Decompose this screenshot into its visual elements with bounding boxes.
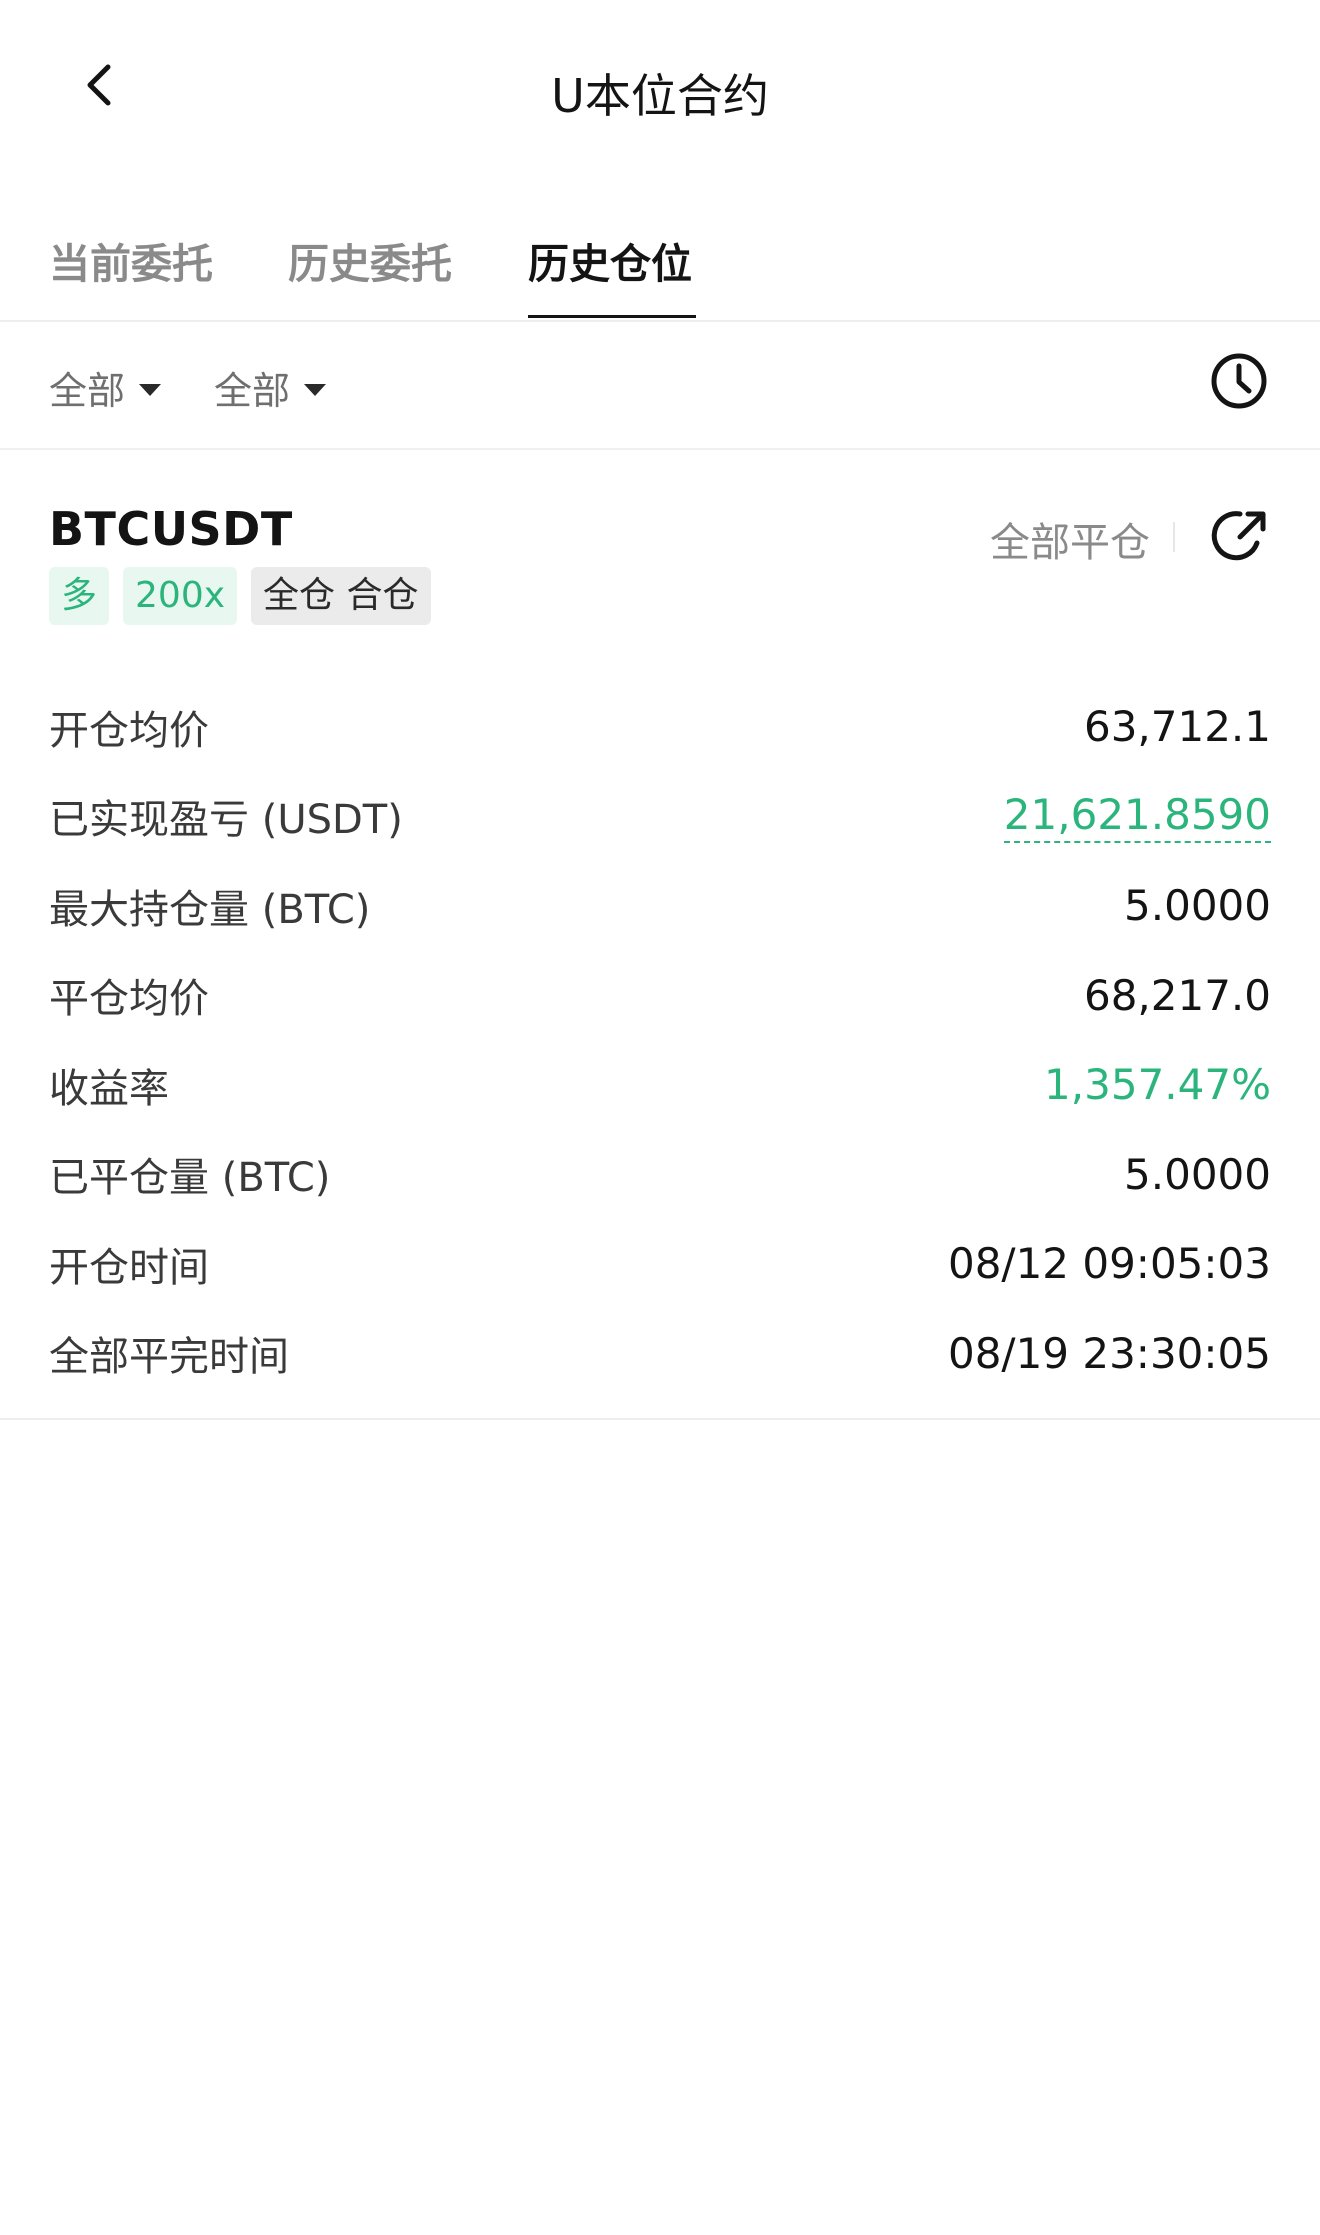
position-details: 开仓均价 63,712.1 已实现盈亏 (USDT) 21,621.8590 最… xyxy=(49,682,1271,1398)
detail-row-max-position: 最大持仓量 (BTC) 5.0000 xyxy=(49,861,1271,951)
row-label: 已平仓量 (BTC) xyxy=(49,1155,331,1202)
detail-row-closed-amount: 已平仓量 (BTC) 5.0000 xyxy=(49,1130,1271,1220)
filter-label: 全部 xyxy=(214,369,291,413)
row-value: 5.0000 xyxy=(1124,881,1271,931)
row-label: 已实现盈亏 (USDT) xyxy=(49,797,403,844)
row-value: 63,712.1 xyxy=(1083,702,1271,752)
row-value: 08/12 09:05:03 xyxy=(947,1239,1271,1289)
divider xyxy=(1173,522,1175,552)
row-label: 开仓均价 xyxy=(49,707,209,754)
row-value: 08/19 23:30:05 xyxy=(947,1328,1271,1378)
detail-row-open-time: 开仓时间 08/12 09:05:03 xyxy=(49,1219,1271,1309)
realized-pnl-value[interactable]: 21,621.8590 xyxy=(1003,790,1271,843)
page: U本位合约 当前委托 历史委托 历史仓位 全部 全部 BTCUSDT 全部平仓 xyxy=(0,0,1320,2235)
position-tags: 多 200x 全仓 合仓 xyxy=(49,567,431,625)
row-label: 全部平完时间 xyxy=(49,1334,289,1381)
leverage-badge: 200x xyxy=(123,567,238,625)
row-label: 平仓均价 xyxy=(49,976,209,1023)
detail-row-close-price: 平仓均价 68,217.0 xyxy=(49,951,1271,1041)
caret-down-icon xyxy=(304,383,327,396)
tab-position-history[interactable]: 历史仓位 xyxy=(528,230,692,290)
symbol-name: BTCUSDT xyxy=(49,502,293,556)
row-value: 68,217.0 xyxy=(1083,970,1271,1020)
close-all-button[interactable]: 全部平仓 xyxy=(990,510,1150,568)
row-value: 5.0000 xyxy=(1124,1149,1271,1199)
row-label: 收益率 xyxy=(49,1065,169,1112)
detail-row-roi: 收益率 1,357.47% xyxy=(49,1040,1271,1130)
margin-mode-badge: 全仓 合仓 xyxy=(251,567,431,625)
row-label: 开仓时间 xyxy=(49,1244,209,1291)
clock-icon[interactable] xyxy=(1208,350,1270,412)
detail-row-entry-price: 开仓均价 63,712.1 xyxy=(49,682,1271,772)
side-badge: 多 xyxy=(49,567,110,625)
detail-row-close-time: 全部平完时间 08/19 23:30:05 xyxy=(49,1309,1271,1399)
tab-bar: 当前委托 历史委托 历史仓位 xyxy=(0,220,1320,322)
filter-dropdown-1[interactable]: 全部 xyxy=(49,360,162,415)
tab-order-history[interactable]: 历史委托 xyxy=(288,230,452,290)
tab-current-orders[interactable]: 当前委托 xyxy=(49,230,213,290)
position-card: BTCUSDT 全部平仓 多 200x 全仓 合仓 开仓均价 63,712.1 … xyxy=(0,450,1320,1420)
filter-bar: 全部 全部 xyxy=(0,322,1320,450)
share-icon[interactable] xyxy=(1210,505,1272,567)
header: U本位合约 xyxy=(0,0,1320,190)
active-tab-indicator xyxy=(528,315,696,318)
filter-dropdown-2[interactable]: 全部 xyxy=(214,360,327,415)
detail-row-realized-pnl: 已实现盈亏 (USDT) 21,621.8590 xyxy=(49,772,1271,862)
filter-label: 全部 xyxy=(49,369,126,413)
roi-value: 1,357.47% xyxy=(1044,1060,1271,1110)
page-title: U本位合约 xyxy=(551,69,769,123)
row-label: 最大持仓量 (BTC) xyxy=(49,886,371,933)
caret-down-icon xyxy=(139,383,162,396)
